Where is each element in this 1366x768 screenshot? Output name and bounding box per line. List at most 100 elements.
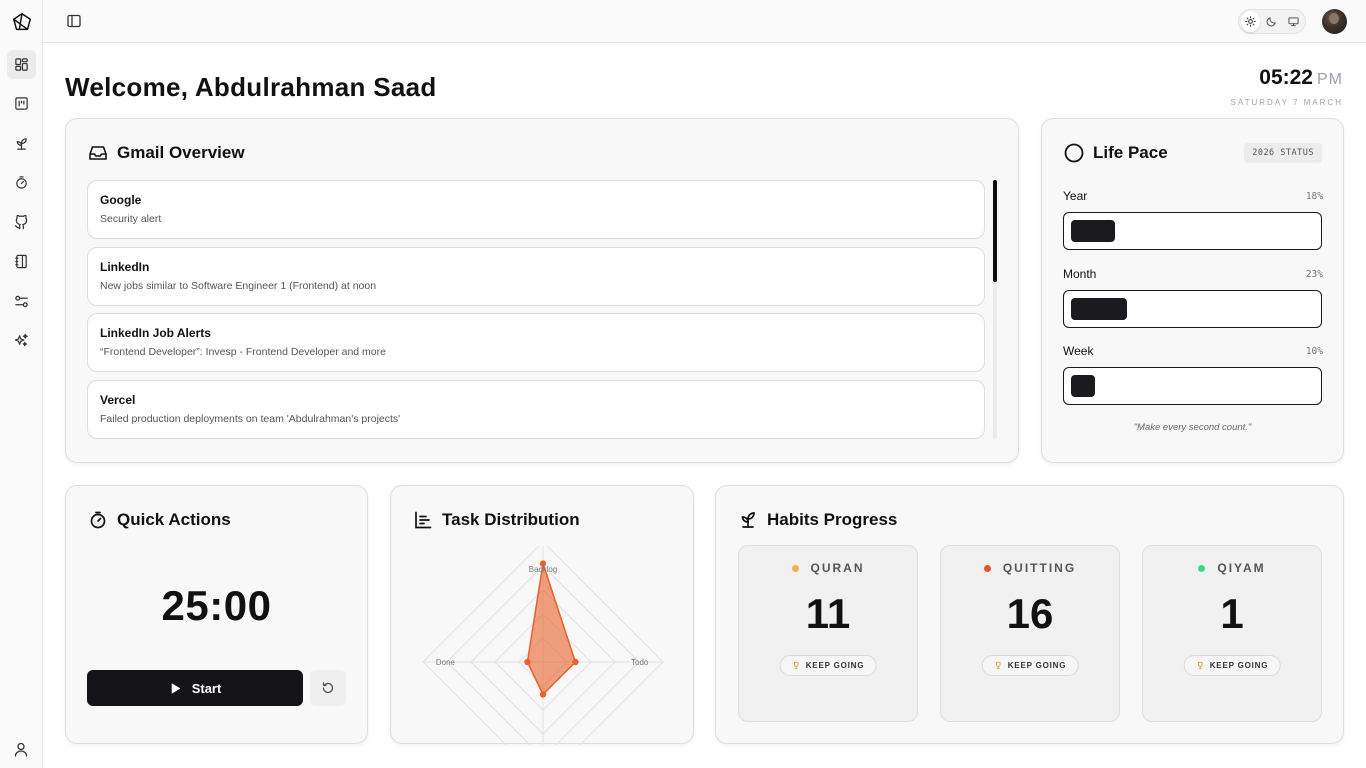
habit-name: QURAN xyxy=(810,561,865,575)
email-subject: Security alert xyxy=(100,213,162,225)
nav-timer-icon[interactable] xyxy=(7,168,36,197)
keep-going-label: KEEP GOING xyxy=(1007,661,1067,670)
clock-ampm: PM xyxy=(1317,71,1343,88)
keep-going-label: KEEP GOING xyxy=(1209,661,1269,670)
quick-actions-title: Quick Actions xyxy=(117,510,231,529)
habit-status-dot xyxy=(1198,564,1206,572)
habit-status-dot xyxy=(983,564,991,572)
pace-row-year: Year 18% xyxy=(1063,189,1323,250)
start-timer-button[interactable]: Start xyxy=(87,670,303,706)
radar-point-done[interactable] xyxy=(524,658,531,666)
play-icon xyxy=(171,682,181,694)
nav-notebook-icon[interactable] xyxy=(7,247,36,276)
habit-name: QUITTING xyxy=(1002,561,1077,575)
email-item[interactable]: Google Security alert xyxy=(87,180,985,239)
email-subject: New jobs similar to Software Engineer 1 … xyxy=(100,280,377,292)
nav-dashboard-icon[interactable] xyxy=(7,50,36,79)
radar-point-todo[interactable] xyxy=(572,658,579,666)
keep-going-badge: KEEP GOING xyxy=(1183,655,1281,676)
task-distribution-card: Task Distribution Backlog Todo Done xyxy=(390,485,694,745)
keep-going-badge: KEEP GOING xyxy=(779,655,877,676)
email-sender: LinkedIn xyxy=(100,260,150,274)
radar-axis-label: Todo xyxy=(631,658,649,667)
nav-sparkles-icon[interactable] xyxy=(7,326,36,355)
radar-axis-label: Backlog xyxy=(529,565,557,574)
circle-icon xyxy=(1064,143,1084,163)
scrollbar-thumb[interactable] xyxy=(993,180,997,282)
app-logo-icon[interactable] xyxy=(11,11,33,33)
clock-date: SATURDAY 7 MARCH xyxy=(1230,98,1343,107)
theme-switcher xyxy=(1238,9,1306,34)
nav-kanban-icon[interactable] xyxy=(7,89,36,118)
habit-card-quitting[interactable]: QUITTING 16 KEEP GOING xyxy=(940,545,1120,722)
gmail-card-title: Gmail Overview xyxy=(117,143,245,162)
nav-sprout-icon[interactable] xyxy=(7,129,36,158)
email-subject: Failed production deployments on team 'A… xyxy=(100,413,401,425)
email-list[interactable]: Google Security alert LinkedIn New jobs … xyxy=(87,180,987,439)
email-list-scrollbar[interactable] xyxy=(993,180,997,439)
quick-actions-card: Quick Actions 25:00 Start xyxy=(65,485,368,744)
pace-progress-bar xyxy=(1063,367,1322,405)
sidebar xyxy=(0,0,43,768)
inbox-icon xyxy=(89,146,107,160)
sprout-icon xyxy=(741,512,755,528)
habit-card-quran[interactable]: QURAN 11 KEEP GOING xyxy=(738,545,918,722)
pace-label: Month xyxy=(1063,267,1097,281)
pace-row-week: Week 10% xyxy=(1063,344,1323,405)
habits-title: Habits Progress xyxy=(767,510,898,529)
habit-status-dot xyxy=(791,564,799,572)
clock-time: 05:22 xyxy=(1259,66,1313,89)
task-distribution-title: Task Distribution xyxy=(442,510,580,529)
habit-streak-count: 11 xyxy=(805,590,851,637)
timer-icon xyxy=(90,511,106,529)
sidebar-toggle-icon[interactable] xyxy=(66,13,82,29)
pace-progress-fill xyxy=(1071,375,1096,397)
reset-timer-button[interactable] xyxy=(310,670,346,706)
nav-workflow-icon[interactable] xyxy=(7,287,36,316)
email-item[interactable]: LinkedIn Job Alerts “Frontend Developer”… xyxy=(87,313,985,372)
gmail-card-header: Gmail Overview xyxy=(88,143,245,163)
pace-percent: 23% xyxy=(1305,268,1323,280)
profile-user-icon[interactable] xyxy=(13,741,29,757)
clock: 05:22 PM SATURDAY 7 MARCH xyxy=(1231,66,1343,107)
pomodoro-timer: 25:00 xyxy=(161,582,272,629)
email-sender: Google xyxy=(100,193,142,207)
trophy-icon xyxy=(1197,661,1203,670)
life-pace-header: Life Pace xyxy=(1064,143,1168,163)
life-pace-title: Life Pace xyxy=(1093,143,1168,162)
task-distribution-header: Task Distribution xyxy=(413,510,580,530)
pace-percent: 18% xyxy=(1305,190,1323,202)
start-button-label: Start xyxy=(191,680,222,696)
email-item[interactable]: Vercel Failed production deployments on … xyxy=(87,380,985,439)
radar-point-in-progress[interactable] xyxy=(539,691,547,698)
motivational-quote: "Make every second count." xyxy=(1133,422,1252,433)
habits-header: Habits Progress xyxy=(738,510,897,530)
pace-percent: 10% xyxy=(1305,345,1323,357)
task-radar-chart: Backlog Todo Done xyxy=(422,546,664,745)
pace-label: Week xyxy=(1063,344,1094,358)
reset-icon xyxy=(322,682,334,694)
pace-progress-bar xyxy=(1063,290,1322,328)
life-pace-card: Life Pace 2026 STATUS Year 18% Month 23%… xyxy=(1041,118,1344,463)
email-sender: Vercel xyxy=(100,393,136,407)
light-theme-sun-icon[interactable] xyxy=(1241,11,1261,32)
email-item[interactable]: LinkedIn New jobs similar to Software En… xyxy=(87,247,985,306)
email-sender: LinkedIn Job Alerts xyxy=(100,326,211,340)
dark-theme-moon-icon[interactable] xyxy=(1262,11,1281,32)
pace-progress-fill xyxy=(1071,298,1127,320)
user-avatar[interactable] xyxy=(1322,9,1347,34)
status-badge: 2026 STATUS xyxy=(1244,143,1322,163)
pace-progress-bar xyxy=(1063,212,1322,250)
habit-streak-count: 1 xyxy=(1220,590,1244,637)
habit-card-qiyam[interactable]: QIYAM 1 KEEP GOING xyxy=(1142,545,1322,722)
email-subject: “Frontend Developer”: Invesp - Frontend … xyxy=(100,346,386,358)
keep-going-badge: KEEP GOING xyxy=(981,655,1079,676)
pace-row-month: Month 23% xyxy=(1063,267,1323,328)
radar-data-area xyxy=(526,563,577,696)
pace-progress-fill xyxy=(1071,220,1115,242)
trophy-icon xyxy=(793,661,799,670)
pace-label: Year xyxy=(1063,189,1088,203)
nav-github-icon[interactable] xyxy=(7,208,36,237)
keep-going-label: KEEP GOING xyxy=(805,661,865,670)
system-theme-monitor-icon[interactable] xyxy=(1284,11,1303,32)
